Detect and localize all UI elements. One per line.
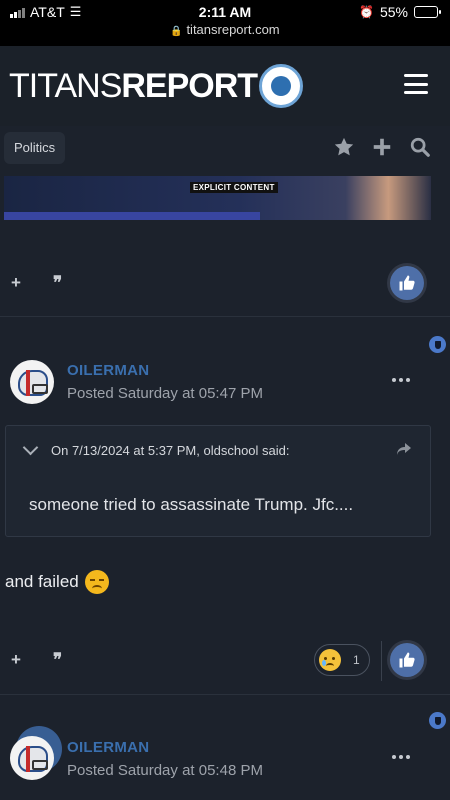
post-actions: + ❞ (0, 264, 450, 304)
quote-attribution: On 7/13/2024 at 5:37 PM, oldschool said: (51, 443, 290, 458)
status-bar: AT&T ☰ 2:11 AM ⏰ 55% 🔒 titansreport.com (0, 0, 450, 46)
breadcrumb-politics[interactable]: Politics (4, 132, 66, 164)
helmet-stripe (26, 746, 30, 772)
sad-tear-emoji-icon (319, 649, 341, 671)
thumbs-up-icon (399, 652, 415, 668)
quote-header[interactable]: On 7/13/2024 at 5:37 PM, oldschool said: (6, 426, 430, 474)
explicit-content-label: EXPLICIT CONTENT (190, 182, 278, 193)
post-actions: + ❞ 1 (0, 641, 450, 681)
star-icon[interactable] (332, 135, 356, 159)
helmet-facemask (32, 384, 48, 394)
author-name[interactable]: OILERMAN (67, 362, 149, 379)
add-icon[interactable]: + (11, 273, 21, 293)
status-right: ⏰ 55% (359, 4, 441, 20)
battery-icon (414, 6, 441, 18)
chevron-down-icon[interactable] (22, 439, 39, 456)
shield-icon (429, 336, 446, 353)
breadcrumb-bar: Politics (0, 126, 450, 168)
avatar[interactable] (10, 360, 54, 404)
embedded-image-stripe (4, 212, 261, 220)
author-name[interactable]: OILERMAN (67, 739, 149, 756)
like-button[interactable] (390, 266, 424, 300)
page-tools (332, 135, 432, 159)
reaction-count-button[interactable]: 1 (314, 644, 370, 676)
search-icon[interactable] (408, 135, 432, 159)
like-button[interactable] (390, 643, 424, 677)
lock-icon: 🔒 (170, 26, 183, 37)
titans-report-badge-icon (259, 64, 304, 108)
divider (0, 316, 450, 317)
shield-icon (429, 712, 446, 729)
quote-icon[interactable]: ❞ (53, 650, 62, 670)
reaction-count: 1 (353, 653, 360, 667)
alarm-icon: ⏰ (359, 5, 374, 19)
disappointed-emoji-icon (84, 570, 109, 594)
more-options-icon[interactable] (392, 755, 410, 759)
site-header: TITANS REPORT (0, 46, 450, 126)
helmet-facemask (32, 760, 48, 770)
share-arrow-icon[interactable] (396, 442, 412, 456)
site-logo[interactable]: TITANS REPORT (9, 64, 304, 108)
post-timestamp[interactable]: Posted Saturday at 05:48 PM (67, 762, 263, 779)
helmet-stripe (26, 370, 30, 396)
avatar[interactable] (10, 736, 54, 780)
vertical-divider (381, 641, 382, 681)
url-text: titansreport.com (186, 22, 280, 37)
more-options-icon[interactable] (392, 378, 410, 382)
logo-text-thin: TITANS (9, 66, 122, 105)
post-timestamp[interactable]: Posted Saturday at 05:47 PM (67, 385, 263, 402)
post-body: and failed (5, 570, 109, 594)
logo-text-bold: REPORT (121, 66, 258, 105)
quote-block: On 7/13/2024 at 5:37 PM, oldschool said:… (5, 425, 431, 537)
post-body-text: and failed (5, 572, 79, 591)
add-icon[interactable]: + (11, 650, 21, 670)
divider (0, 694, 450, 695)
plus-icon[interactable] (370, 135, 394, 159)
tear-drop (322, 660, 326, 666)
quote-text: someone tried to assassinate Trump. Jfc.… (29, 495, 354, 514)
embedded-image[interactable]: EXPLICIT CONTENT (4, 176, 431, 220)
quote-icon[interactable]: ❞ (53, 273, 62, 293)
battery-percent: 55% (379, 4, 408, 20)
address-bar[interactable]: 🔒 titansreport.com (0, 22, 450, 37)
thumbs-up-icon (399, 275, 415, 291)
hamburger-menu-icon[interactable] (404, 74, 428, 94)
